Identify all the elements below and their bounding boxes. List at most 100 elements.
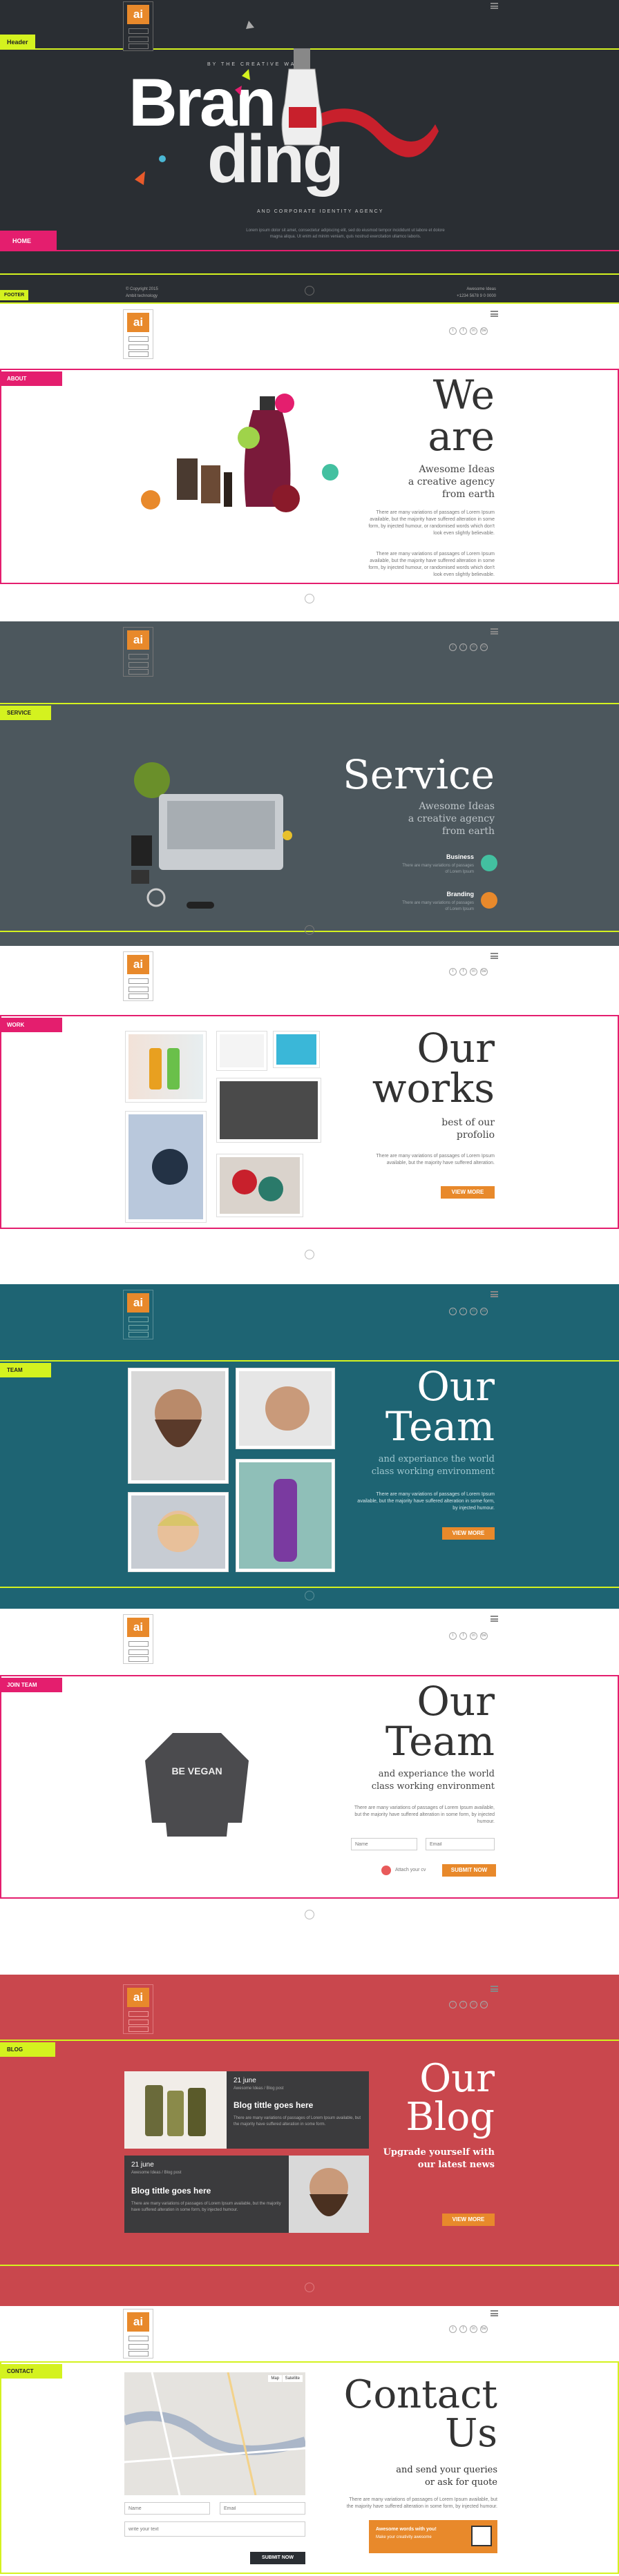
person-icon (265, 1386, 310, 1431)
facebook-icon[interactable]: f (459, 968, 467, 976)
contact-map[interactable]: Map Satellite (124, 2372, 305, 2495)
sweater-illustration: BE VEGAN (145, 1733, 249, 1837)
behance-icon[interactable]: be (480, 327, 488, 335)
facebook-icon[interactable]: f (459, 327, 467, 335)
work-logo[interactable]: ai (123, 951, 153, 1001)
about-paragraph-1: There are many variations of passages of… (368, 510, 495, 536)
portfolio-tshirt[interactable] (217, 1078, 321, 1142)
blog-post-2[interactable]: 21 june Awesome Ideas / Blog post Blog t… (124, 2156, 369, 2233)
team-bottle-image[interactable] (236, 1460, 334, 1571)
promo-line-2: Make your creativity awesome (376, 2535, 432, 2539)
contact-email-input[interactable] (220, 2502, 305, 2515)
facebook-icon[interactable]: f (459, 2325, 467, 2333)
contact-paragraph: There are many variations of passages of… (346, 2497, 497, 2509)
scroll-down-icon[interactable] (305, 594, 314, 603)
portfolio-bottle-blue[interactable] (126, 1112, 206, 1222)
linkedin-icon[interactable]: in (470, 643, 477, 651)
attach-cv-control[interactable]: Attach your cv (381, 1866, 437, 1877)
linkedin-icon[interactable]: in (470, 1632, 477, 1640)
team-member-bearded[interactable] (128, 1368, 228, 1483)
work-view-more-button[interactable]: VIEW MORE (441, 1186, 495, 1199)
linkedin-icon[interactable]: in (470, 1308, 477, 1315)
team-view-more-button[interactable]: VIEW MORE (442, 1527, 495, 1540)
work-heading-1: Our (417, 1025, 495, 1072)
twitter-icon[interactable]: t (449, 643, 457, 651)
blog-post-image (124, 2071, 227, 2149)
scroll-down-icon[interactable] (305, 925, 314, 935)
portfolio-tins[interactable] (217, 1154, 303, 1217)
join-logo[interactable]: ai (123, 1614, 153, 1664)
menu-icon[interactable] (491, 953, 498, 959)
behance-icon[interactable]: be (480, 643, 488, 651)
portfolio-blue-card[interactable] (274, 1032, 319, 1067)
footer-copyright: © Copyright 2015 (126, 287, 158, 291)
contact-name-input[interactable] (124, 2502, 210, 2515)
service-logo[interactable]: ai (123, 627, 153, 677)
menu-icon[interactable] (491, 1986, 498, 1992)
twitter-icon[interactable]: t (449, 1308, 457, 1315)
facebook-icon[interactable]: f (459, 2001, 467, 2008)
header-subtitle: AND CORPORATE IDENTITY AGENCY (257, 209, 384, 214)
service-item-business[interactable]: Business There are many variations of pa… (387, 853, 497, 881)
service-tag: SERVICE (0, 706, 51, 720)
linkedin-icon[interactable]: in (470, 968, 477, 976)
linkedin-icon[interactable]: in (470, 2001, 477, 2008)
blog-post-text: There are many variations of passages of… (131, 2202, 281, 2212)
twitter-icon[interactable]: t (449, 2001, 457, 2008)
blog-post-title: Blog tittle goes here (131, 2186, 211, 2196)
menu-icon[interactable] (491, 1291, 498, 1297)
linkedin-icon[interactable]: in (470, 2325, 477, 2333)
twitter-icon[interactable]: t (449, 1632, 457, 1640)
behance-icon[interactable]: be (480, 2001, 488, 2008)
menu-icon[interactable] (491, 1616, 498, 1622)
blog-post-meta: Awesome Ideas / Blog post (234, 2086, 284, 2091)
map-type-satellite-button[interactable]: Satellite (282, 2375, 303, 2382)
team-member-woman[interactable] (128, 1493, 228, 1571)
service-item-branding[interactable]: Branding There are many variations of pa… (387, 891, 497, 918)
menu-icon[interactable] (491, 3, 498, 9)
team-logo[interactable]: ai (123, 1290, 153, 1339)
join-email-input[interactable] (426, 1838, 495, 1850)
menu-icon[interactable] (491, 2310, 498, 2316)
map-type-map-button[interactable]: Map (268, 2375, 282, 2382)
contact-logo[interactable]: ai (123, 2309, 153, 2359)
twitter-icon[interactable]: t (449, 327, 457, 335)
behance-icon[interactable]: be (480, 1632, 488, 1640)
service-heading: Service (343, 751, 495, 798)
scroll-down-icon[interactable] (305, 1910, 314, 1919)
facebook-icon[interactable]: f (459, 643, 467, 651)
blog-logo[interactable]: ai (123, 1984, 153, 2034)
blog-post-meta: Awesome Ideas / Blog post (131, 2171, 182, 2175)
service-item-text: There are many variations of passages of… (402, 901, 474, 911)
logo-mark: ai (127, 2312, 149, 2332)
contact-submit-button[interactable]: SUBMIT NOW (250, 2552, 305, 2564)
contact-sub-1: and send your queries (396, 2465, 497, 2475)
behance-icon[interactable]: be (480, 968, 488, 976)
contact-message-input[interactable] (124, 2521, 305, 2537)
contact-promo-box[interactable]: Awesome words with you! Make your creati… (369, 2520, 497, 2553)
team-member-smiling[interactable] (236, 1368, 334, 1449)
scroll-down-icon[interactable] (305, 1250, 314, 1259)
scroll-down-icon[interactable] (305, 2283, 314, 2292)
behance-icon[interactable]: be (480, 1308, 488, 1315)
scroll-down-icon[interactable] (305, 1591, 314, 1600)
blog-post-1[interactable]: 21 june Awesome Ideas / Blog post Blog t… (124, 2071, 369, 2149)
linkedin-icon[interactable]: in (470, 327, 477, 335)
about-logo[interactable]: ai (123, 309, 153, 359)
twitter-icon[interactable]: t (449, 968, 457, 976)
home-tag[interactable]: HOME (0, 231, 57, 251)
portfolio-bottles[interactable] (126, 1032, 206, 1102)
facebook-icon[interactable]: f (459, 1632, 467, 1640)
twitter-icon[interactable]: t (449, 2325, 457, 2333)
facebook-icon[interactable]: f (459, 1308, 467, 1315)
contact-tag: CONTACT (0, 2364, 62, 2379)
behance-icon[interactable]: be (480, 2325, 488, 2333)
person-icon (155, 1389, 202, 1447)
blog-view-more-button[interactable]: VIEW MORE (442, 2214, 495, 2226)
portfolio-cards[interactable] (217, 1032, 267, 1070)
join-submit-button[interactable]: SUBMIT NOW (442, 1864, 496, 1877)
contact-frame (0, 2361, 619, 2574)
menu-icon[interactable] (491, 311, 498, 317)
menu-icon[interactable] (491, 628, 498, 635)
join-name-input[interactable] (351, 1838, 417, 1850)
